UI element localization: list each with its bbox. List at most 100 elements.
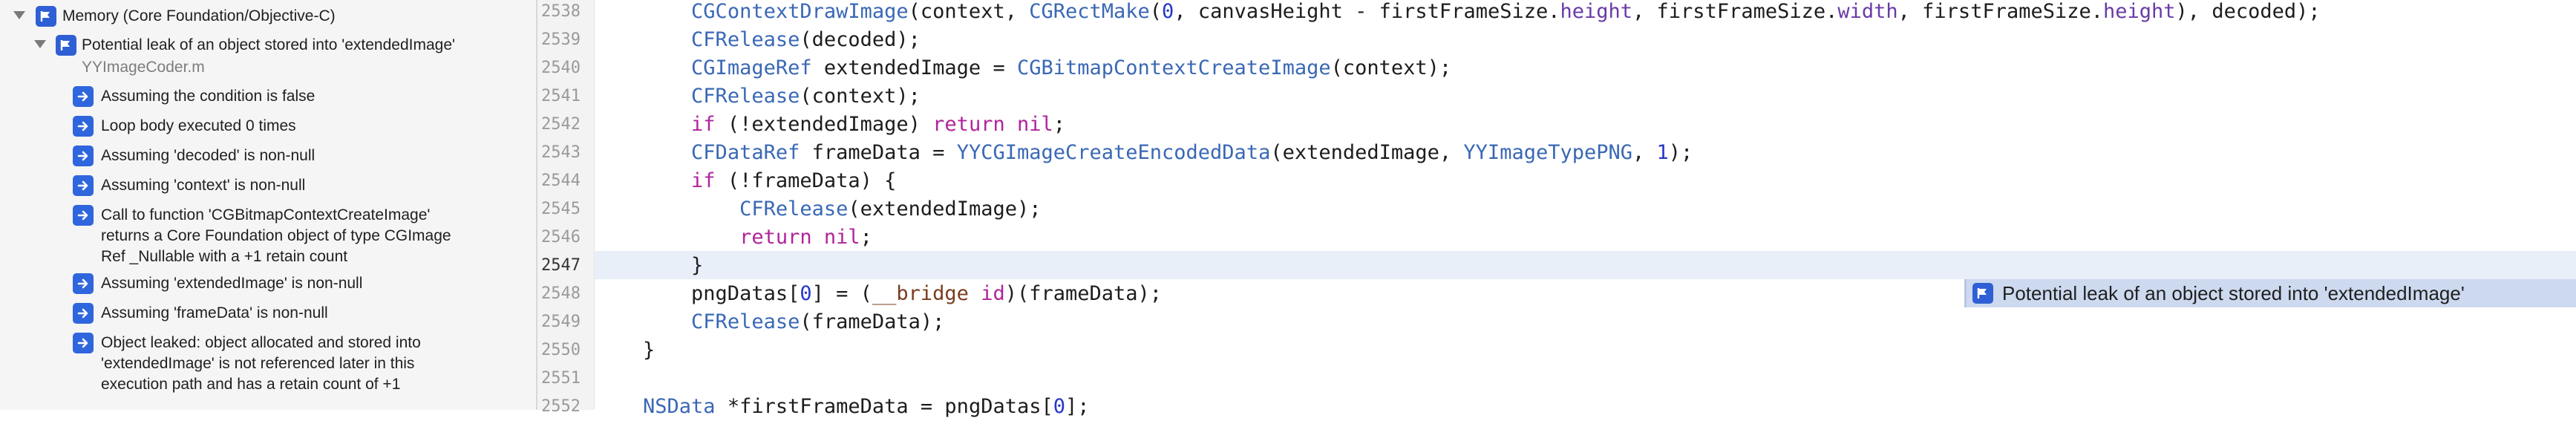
line-number: 2545: [541, 200, 581, 218]
code-token: CGRectMake: [1029, 0, 1150, 23]
line-number-gutter: 2538 2539 2540 2541 2542 2543 2544 2545 2546 2547…: [537, 0, 595, 416]
code-line: CGContextDrawImage(context, CGRectMake(0…: [595, 0, 2321, 26]
issue-step[interactable]: Assuming 'extendedImage' is non-null: [101, 273, 517, 294]
code-line: }: [595, 252, 703, 280]
code-token: 0: [1053, 395, 1065, 418]
code-line: CFRelease(context);: [595, 82, 921, 111]
issue-step-line: Assuming 'decoded' is non-null: [101, 147, 316, 164]
issue-step[interactable]: Assuming 'decoded' is non-null: [101, 146, 517, 166]
code-token: *firstFrameData = pngDatas[: [715, 395, 1053, 418]
code-token: ), decoded);: [2175, 0, 2321, 23]
analyzer-issue-icon: [36, 6, 56, 27]
line-number: 2541: [541, 87, 581, 105]
issue-step-line: Assuming 'extendedImage' is non-null: [101, 275, 363, 292]
code-token: YYImageTypePNG: [1463, 141, 1632, 164]
code-token: __bridge: [872, 282, 969, 305]
issue-step-line: Assuming the condition is false: [101, 88, 316, 105]
code-token: (: [1149, 0, 1163, 23]
issue-step[interactable]: Call to function 'CGBitmapContextCreateI…: [101, 205, 517, 267]
disclosure-triangle-icon[interactable]: [34, 40, 46, 48]
code-token: )(frameData);: [1004, 282, 1163, 305]
code-token: CFRelease: [691, 85, 800, 108]
step-arrow-icon: [73, 205, 94, 226]
issue-step[interactable]: Assuming 'frameData' is non-null: [101, 303, 517, 324]
issue-step[interactable]: Assuming the condition is false: [101, 86, 517, 107]
inline-issue-banner[interactable]: Potential leak of an object stored into …: [1964, 279, 2576, 307]
analyzer-issue-icon: [56, 35, 76, 56]
line-number: 2547: [541, 256, 581, 275]
code-line: NSData *firstFrameData = pngDatas[0];: [595, 393, 1089, 421]
code-token: CGBitmapContextCreateImage: [1016, 56, 1331, 79]
code-line: if (!extendedImage) return nil;: [595, 111, 1065, 139]
issue-step-line: Call to function 'CGBitmapContextCreateI…: [101, 206, 431, 223]
code-token: CFDataRef: [691, 141, 800, 164]
issue-title[interactable]: Potential leak of an object stored into …: [82, 35, 455, 56]
issue-step-line: Assuming 'frameData' is non-null: [101, 304, 328, 322]
issue-step[interactable]: Assuming 'context' is non-null: [101, 175, 517, 196]
issue-step-line: Loop body executed 0 times: [101, 117, 296, 134]
code-token: nil: [823, 226, 860, 249]
line-number: 2540: [541, 59, 581, 77]
issue-step-line: execution path and has a retain count of…: [101, 376, 401, 393]
line-number: 2550: [541, 341, 581, 359]
code-token: , firstFrameSize.: [1897, 0, 2103, 23]
issue-group-title[interactable]: Memory (Core Foundation/Objective-C): [62, 6, 336, 27]
code-token: 0: [1162, 0, 1174, 23]
code-token: 0: [800, 282, 812, 305]
code-token: , firstFrameSize.: [1632, 0, 1838, 23]
code-token: YYCGImageCreateEncodedData: [956, 141, 1271, 164]
issue-step-line: Ref _Nullable with a +1 retain count: [101, 248, 348, 265]
line-number: 2544: [541, 172, 581, 190]
disclosure-triangle-icon[interactable]: [13, 11, 25, 19]
code-token: CFRelease: [691, 310, 800, 333]
code-token: nil: [1016, 113, 1053, 136]
inline-issue-message: Potential leak of an object stored into …: [2002, 282, 2465, 304]
step-arrow-icon: [73, 333, 94, 353]
step-arrow-icon: [73, 273, 94, 294]
code-token: (!frameData) {: [715, 169, 897, 192]
code-token: ,: [1632, 141, 1657, 164]
code-token: frameData =: [800, 141, 957, 164]
code-token: );: [1668, 141, 1693, 164]
code-line: if (!frameData) {: [595, 167, 896, 195]
code-token: ;: [1053, 113, 1066, 136]
code-token: , canvasHeight - firstFrameSize.: [1174, 0, 1560, 23]
code-token: return: [932, 113, 1005, 136]
issue-step[interactable]: Loop body executed 0 times: [101, 116, 517, 137]
code-token: height: [1560, 0, 1633, 23]
line-number: 2552: [541, 397, 581, 416]
code-token: ;: [860, 226, 872, 249]
code-line: CFRelease(extendedImage);: [595, 195, 1041, 223]
code-line: pngDatas[0] = (__bridge id)(frameData);: [595, 280, 1162, 308]
line-number: 2546: [541, 228, 581, 247]
code-token: CFRelease: [739, 198, 849, 221]
step-arrow-icon: [73, 303, 94, 324]
code-line: CFDataRef frameData = YYCGImageCreateEnc…: [595, 139, 1693, 167]
step-arrow-icon: [73, 146, 94, 166]
issue-step-line: returns a Core Foundation object of type…: [101, 227, 451, 244]
code-token: if: [691, 169, 716, 192]
line-number: 2539: [541, 30, 581, 49]
code-line: CFRelease(frameData);: [595, 308, 944, 336]
line-number: 2549: [541, 313, 581, 331]
code-line: return nil;: [595, 223, 872, 252]
code-token: CGImageRef: [691, 56, 812, 79]
code-token: return: [739, 226, 812, 249]
issue-step[interactable]: Object leaked: object allocated and stor…: [101, 333, 517, 395]
step-arrow-icon: [73, 116, 94, 137]
code-token: (context);: [800, 85, 921, 108]
line-number: 2551: [541, 369, 581, 388]
issue-file: YYImageCoder.m: [82, 59, 205, 76]
issue-step-line: Object leaked: object allocated and stor…: [101, 334, 421, 351]
source-editor[interactable]: CGContextDrawImage(context, CGRectMake(0…: [595, 0, 2576, 418]
line-number: 2542: [541, 115, 581, 134]
